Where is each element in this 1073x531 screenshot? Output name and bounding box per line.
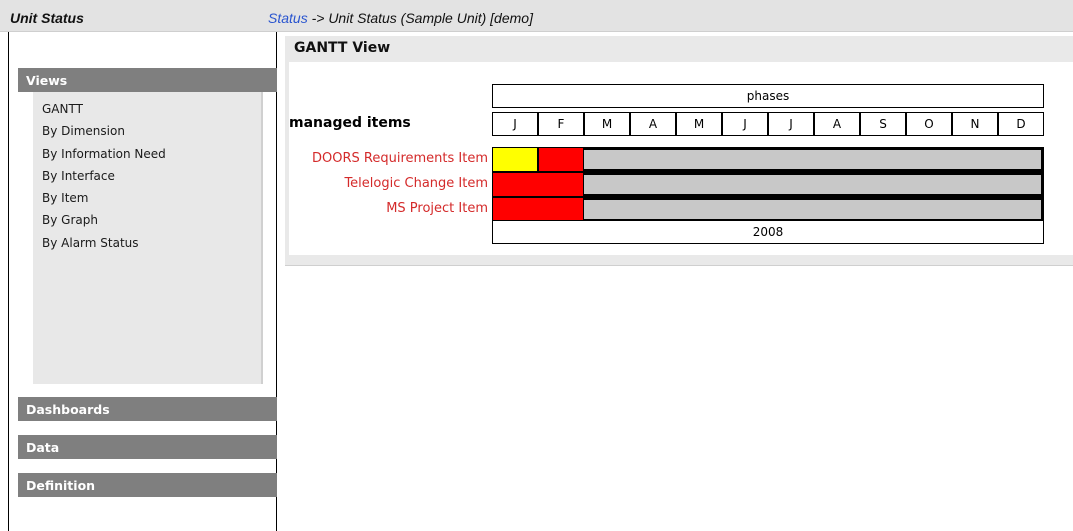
main-panel: GANTT View phases managed items JFMAMJJA…: [285, 36, 1073, 266]
gantt-bar[interactable]: [538, 147, 584, 172]
dashboards-panel-header[interactable]: Dashboards: [18, 397, 277, 421]
page-title: GANTT View: [294, 40, 391, 56]
sidebar: Views GANTT By Dimension By Information …: [8, 32, 277, 531]
nav-item-by-dimension[interactable]: By Dimension: [33, 120, 166, 142]
nav-item-by-graph[interactable]: By Graph: [33, 209, 166, 231]
managed-item-label[interactable]: Telelogic Change Item: [344, 173, 488, 195]
month-header: J: [722, 112, 768, 136]
month-header: D: [998, 112, 1044, 136]
gantt-bar[interactable]: [492, 172, 584, 197]
breadcrumb-current: -> Unit Status (Sample Unit) [demo]: [307, 10, 533, 26]
definition-panel-header[interactable]: Definition: [18, 473, 277, 497]
month-header: A: [814, 112, 860, 136]
month-header: F: [538, 112, 584, 136]
nav-item-by-interface[interactable]: By Interface: [33, 165, 166, 187]
gantt-bar[interactable]: [492, 147, 538, 172]
nav-item-by-alarm-status[interactable]: By Alarm Status: [33, 232, 166, 254]
views-panel-header[interactable]: Views: [18, 68, 277, 92]
data-panel-header[interactable]: Data: [18, 435, 277, 459]
month-header: A: [630, 112, 676, 136]
views-list: GANTT By Dimension By Information Need B…: [33, 98, 166, 254]
breadcrumb: Status -> Unit Status (Sample Unit) [dem…: [268, 10, 533, 26]
nav-item-by-information-need[interactable]: By Information Need: [33, 143, 166, 165]
views-panel: GANTT By Dimension By Information Need B…: [33, 92, 263, 384]
nav-item-gantt[interactable]: GANTT: [33, 98, 166, 120]
managed-items-header: managed items: [289, 115, 411, 131]
app-title: Unit Status: [10, 10, 84, 26]
month-header: M: [584, 112, 630, 136]
phases-header: phases: [492, 84, 1044, 108]
top-bar: Unit Status Status -> Unit Status (Sampl…: [0, 0, 1073, 32]
month-header: S: [860, 112, 906, 136]
month-header: J: [768, 112, 814, 136]
managed-item-label[interactable]: DOORS Requirements Item: [312, 148, 488, 170]
month-header: O: [906, 112, 952, 136]
year-footer: 2008: [492, 220, 1044, 244]
month-header: N: [952, 112, 998, 136]
month-header: J: [492, 112, 538, 136]
gantt-bar[interactable]: [492, 197, 584, 222]
month-header: M: [676, 112, 722, 136]
managed-item-label[interactable]: MS Project Item: [386, 198, 488, 220]
nav-item-by-item[interactable]: By Item: [33, 187, 166, 209]
gantt-chart: phases managed items JFMAMJJASOND DOORS …: [289, 62, 1073, 255]
breadcrumb-link-status[interactable]: Status: [268, 10, 308, 26]
